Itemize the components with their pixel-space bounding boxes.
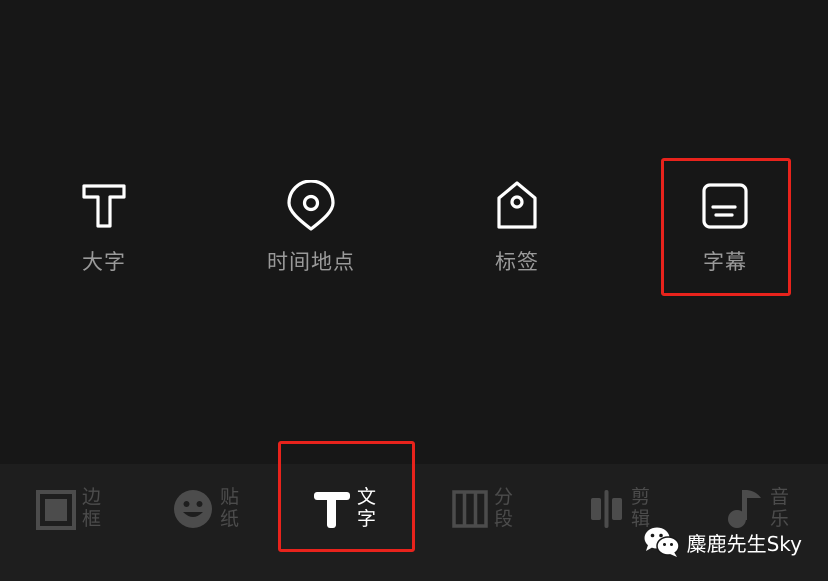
frame-icon [36, 490, 76, 530]
music-note-icon [728, 490, 761, 528]
segment-icon [452, 490, 488, 528]
tab-frame[interactable]: 边框 [36, 486, 116, 534]
option-tag[interactable]: 标签 [447, 180, 587, 276]
option-label: 大字 [82, 250, 126, 274]
tab-label: 音乐 [770, 486, 790, 530]
tab-label: 分段 [494, 486, 514, 530]
highlight-box-subtitle [661, 158, 791, 296]
tab-segment[interactable]: 分段 [452, 486, 532, 534]
tab-label: 边框 [82, 486, 102, 530]
text-style-options: 大字 时间地点 标签 字幕 [0, 0, 828, 464]
option-label: 标签 [495, 250, 539, 274]
sticker-smiley-icon [174, 490, 212, 528]
tag-icon [497, 181, 537, 229]
wechat-icon [644, 527, 680, 557]
option-label: 时间地点 [267, 250, 355, 274]
text-icon [82, 184, 126, 228]
edit-split-icon [591, 490, 622, 528]
watermark: 麋鹿先生Sky [643, 526, 802, 558]
highlight-box-text-tab [278, 441, 415, 552]
location-pin-icon [287, 180, 335, 231]
watermark-text: 麋鹿先生Sky [686, 531, 802, 556]
tab-sticker[interactable]: 贴纸 [174, 486, 254, 534]
tab-label: 贴纸 [220, 486, 240, 530]
option-time-location[interactable]: 时间地点 [241, 180, 381, 276]
tab-label: 剪辑 [631, 486, 651, 530]
option-big-text[interactable]: 大字 [34, 180, 174, 276]
